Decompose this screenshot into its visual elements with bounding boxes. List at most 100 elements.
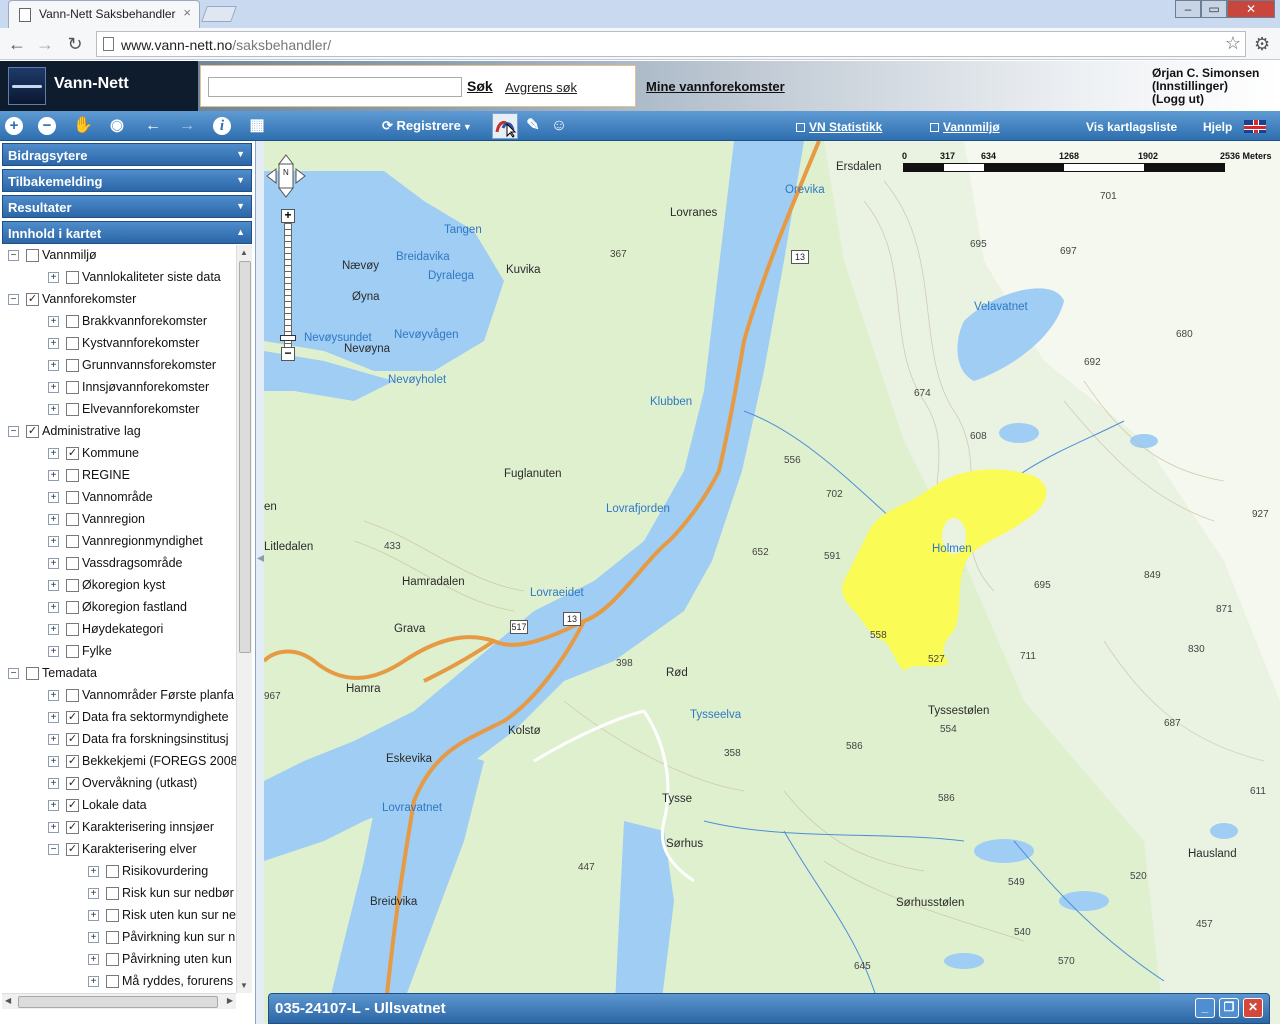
layer-checkbox[interactable] <box>66 513 79 526</box>
window-maximize-button[interactable]: ▭ <box>1201 0 1227 18</box>
layer-label[interactable]: Påvirkning uten kun <box>122 952 232 966</box>
layer-checkbox[interactable]: ✓ <box>66 843 79 856</box>
tree-row[interactable]: + Vassdragsområde <box>2 553 236 575</box>
expand-icon[interactable]: + <box>48 470 59 481</box>
map-zoom-out-button[interactable]: − <box>281 347 295 361</box>
expand-icon[interactable]: + <box>48 404 59 415</box>
pan-hand-icon[interactable]: ✋ <box>72 115 94 137</box>
back-icon[interactable]: ← <box>6 33 28 55</box>
tree-row[interactable]: + Må ryddes, forurens <box>2 971 236 993</box>
expand-icon[interactable]: + <box>48 448 59 459</box>
expand-icon[interactable]: + <box>88 888 99 899</box>
tree-row[interactable]: + Vannregion <box>2 509 236 531</box>
layer-checkbox[interactable]: ✓ <box>66 821 79 834</box>
expand-icon[interactable]: + <box>48 624 59 635</box>
tree-row[interactable]: + Elvevannforekomster <box>2 399 236 421</box>
add-user-icon[interactable]: ☺ <box>548 115 570 137</box>
layer-label[interactable]: Risk uten kun sur ne <box>122 908 236 922</box>
layer-checkbox[interactable] <box>66 381 79 394</box>
layer-checkbox[interactable] <box>66 579 79 592</box>
expand-icon[interactable]: + <box>48 316 59 327</box>
layer-label[interactable]: Vannforekomster <box>42 292 136 306</box>
expand-icon[interactable]: + <box>88 932 99 943</box>
expand-icon[interactable]: + <box>48 712 59 723</box>
forward-icon[interactable]: → <box>34 33 56 55</box>
tree-row[interactable]: + ✓ Karakterisering innsjøer <box>2 817 236 839</box>
tree-row[interactable]: − Vannmiljø <box>2 245 236 267</box>
pan-control[interactable]: N <box>266 153 306 199</box>
scroll-down-icon[interactable]: ▼ <box>240 981 248 990</box>
logo[interactable]: Vann-Nett <box>0 61 198 111</box>
section-bidragsytere[interactable]: Bidragsytere ▼ <box>2 143 252 166</box>
expand-icon[interactable]: + <box>48 690 59 701</box>
collapse-icon[interactable]: − <box>8 426 19 437</box>
layer-checkbox[interactable] <box>66 403 79 416</box>
layer-checkbox[interactable] <box>26 249 39 262</box>
tree-row[interactable]: + Økoregion fastland <box>2 597 236 619</box>
window-close-button[interactable]: ✕ <box>1227 0 1275 18</box>
reload-icon[interactable]: ↻ <box>64 33 86 55</box>
layer-label[interactable]: Lokale data <box>82 798 147 812</box>
expand-icon[interactable]: + <box>88 954 99 965</box>
tree-row[interactable]: + ✓ Lokale data <box>2 795 236 817</box>
layer-label[interactable]: Elvevannforekomster <box>82 402 199 416</box>
tree-row[interactable]: + ✓ Kommune <box>2 443 236 465</box>
search-input[interactable] <box>208 77 462 97</box>
layer-checkbox[interactable] <box>66 601 79 614</box>
layer-label[interactable]: Bekkekjemi (FOREGS 2008 <box>82 754 236 768</box>
expand-icon[interactable]: + <box>48 492 59 503</box>
expand-icon[interactable]: + <box>48 338 59 349</box>
layer-label[interactable]: Kystvannforekomster <box>82 336 199 350</box>
new-tab-button[interactable] <box>201 6 237 22</box>
window-minimize-button[interactable]: – <box>1175 0 1201 18</box>
expand-icon[interactable]: + <box>48 558 59 569</box>
layer-label[interactable]: Data fra sektormyndighete <box>82 710 229 724</box>
layer-label[interactable]: Vannområde <box>82 490 153 504</box>
tree-row[interactable]: + Grunnvannsforekomster <box>2 355 236 377</box>
layer-label[interactable]: Økoregion fastland <box>82 600 187 614</box>
dialog-restore-button[interactable]: ❐ <box>1219 998 1239 1018</box>
expand-icon[interactable]: + <box>48 778 59 789</box>
collapse-icon[interactable]: − <box>8 250 19 261</box>
layer-label[interactable]: REGINE <box>82 468 130 482</box>
layer-label[interactable]: Fylke <box>82 644 112 658</box>
vannmiljo-link[interactable]: Vannmiljø <box>930 120 1000 134</box>
layer-checkbox[interactable]: ✓ <box>66 711 79 724</box>
layer-label[interactable]: Brakkvannforekomster <box>82 314 207 328</box>
expand-icon[interactable]: + <box>48 580 59 591</box>
tree-row[interactable]: + ✓ Bekkekjemi (FOREGS 2008 <box>2 751 236 773</box>
tree-row[interactable]: + Risk uten kun sur ne <box>2 905 236 927</box>
panel-splitter[interactable]: ◀ <box>256 141 265 1024</box>
vn-statistikk-link[interactable]: VN Statistikk <box>796 120 882 134</box>
layer-checkbox[interactable]: ✓ <box>26 425 39 438</box>
expand-icon[interactable]: + <box>48 382 59 393</box>
dialog-close-button[interactable]: ✕ <box>1243 998 1263 1018</box>
layer-label[interactable]: Karakterisering innsjøer <box>82 820 214 834</box>
tree-row[interactable]: + REGINE <box>2 465 236 487</box>
section-tilbakemelding[interactable]: Tilbakemelding ▼ <box>2 169 252 192</box>
tree-row[interactable]: + ✓ Overvåkning (utkast) <box>2 773 236 795</box>
layer-label[interactable]: Risikovurdering <box>122 864 208 878</box>
layer-checkbox[interactable] <box>26 667 39 680</box>
help-link[interactable]: Hjelp <box>1203 120 1232 134</box>
layer-checkbox[interactable] <box>106 865 119 878</box>
tree-row[interactable]: + Vannområder Første planfa <box>2 685 236 707</box>
zoom-track[interactable] <box>284 223 292 351</box>
search-button[interactable]: Søk <box>467 78 493 94</box>
tree-row[interactable]: + Brakkvannforekomster <box>2 311 236 333</box>
horizontal-scrollbar[interactable]: ◀ ▶ <box>2 993 236 1009</box>
expand-icon[interactable]: + <box>48 360 59 371</box>
tree-row[interactable]: + Påvirkning kun sur n <box>2 927 236 949</box>
browser-tab[interactable]: Vann-Nett Saksbehandler × <box>8 0 200 28</box>
tree-row[interactable]: + Påvirkning uten kun <box>2 949 236 971</box>
info-icon[interactable]: i <box>213 117 231 135</box>
tree-row[interactable]: − ✓ Administrative lag <box>2 421 236 443</box>
layer-checkbox[interactable]: ✓ <box>66 733 79 746</box>
layer-label[interactable]: Overvåkning (utkast) <box>82 776 197 790</box>
my-waters-link[interactable]: Mine vannforekomster <box>646 79 785 94</box>
expand-icon[interactable]: + <box>88 976 99 987</box>
layer-checkbox[interactable] <box>66 535 79 548</box>
section-innhold-i-kartet[interactable]: Innhold i kartet ▲ <box>2 221 252 244</box>
layer-checkbox[interactable] <box>66 557 79 570</box>
tree-row[interactable]: + Innsjøvannforekomster <box>2 377 236 399</box>
